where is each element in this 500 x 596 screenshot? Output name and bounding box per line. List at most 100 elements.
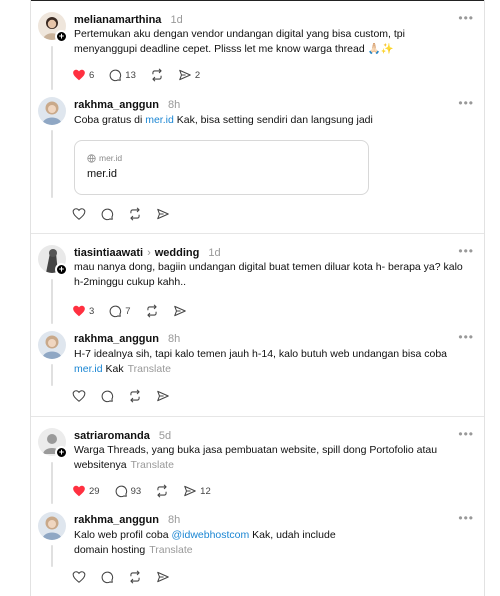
repost-icon (157, 484, 167, 498)
username[interactable]: tiasintiaawati (74, 247, 143, 259)
reply-header: rakhma_anggun 8h ••• (74, 96, 474, 112)
share-button[interactable] (173, 304, 187, 318)
share-button[interactable] (156, 207, 170, 221)
more-icon[interactable]: ••• (458, 244, 474, 258)
heart-icon (72, 390, 86, 402)
action-bar: 29 93 12 (72, 482, 225, 500)
repost-button[interactable] (145, 304, 159, 318)
post-header: satriaromanda 5d ••• (74, 427, 474, 443)
repost-button[interactable] (128, 570, 142, 584)
thread-divider (31, 416, 484, 417)
comment-icon (109, 305, 122, 318)
reply-button[interactable] (100, 389, 114, 403)
like-count: 3 (89, 305, 95, 317)
follow-plus-icon[interactable]: + (55, 263, 68, 276)
reply-count: 93 (130, 485, 142, 497)
comment-icon (101, 390, 114, 403)
avatar[interactable] (38, 331, 66, 359)
timestamp: 8h (168, 333, 181, 345)
timestamp: 1d (170, 14, 183, 26)
card-domain: mer.id (87, 153, 122, 163)
comment-icon (101, 571, 114, 584)
like-count: 6 (89, 69, 95, 81)
username[interactable]: rakhma_anggun (74, 514, 159, 526)
timestamp: 1d (208, 247, 221, 259)
reply-count: 7 (125, 305, 131, 317)
top-border (31, 0, 484, 1)
reply-text: H-7 idealnya sih, tapi kalo temen jauh h… (74, 347, 470, 377)
share-count: 12 (200, 485, 211, 497)
reply-header: rakhma_anggun 8h ••• (74, 330, 474, 346)
share-button[interactable] (156, 570, 170, 584)
username[interactable]: rakhma_anggun (74, 99, 159, 111)
more-icon[interactable]: ••• (458, 96, 474, 110)
avatar[interactable] (38, 512, 66, 540)
like-button[interactable]: 6 (72, 68, 94, 82)
more-icon[interactable]: ••• (458, 11, 474, 25)
translate-link[interactable]: Translate (149, 544, 192, 556)
like-button[interactable]: 3 (72, 304, 94, 318)
globe-icon (87, 153, 96, 163)
username[interactable]: satriaromanda (74, 430, 150, 442)
like-button[interactable] (72, 570, 86, 584)
text-part: Kak (102, 363, 124, 375)
username[interactable]: rakhma_anggun (74, 333, 159, 345)
share-button[interactable]: 12 (183, 484, 211, 498)
repost-button[interactable] (128, 207, 142, 221)
reply-text: Coba gratus di mer.id Kak, bisa setting … (74, 113, 470, 128)
timestamp: 5d (158, 430, 172, 442)
share-button[interactable] (156, 389, 170, 403)
link[interactable]: mer.id (145, 114, 174, 126)
like-count: 29 (89, 485, 100, 497)
post-text: mau nanya dong, bagiin undangan digital … (74, 261, 463, 288)
link[interactable]: @idwebhostcom (171, 529, 249, 541)
timestamp: 8h (168, 99, 181, 111)
avatar[interactable] (38, 97, 66, 125)
share-button[interactable]: 2 (178, 68, 200, 82)
follow-plus-icon[interactable]: + (55, 30, 68, 43)
repost-icon (130, 570, 140, 584)
reply-button[interactable]: 13 (108, 68, 136, 82)
heart-icon (72, 571, 86, 583)
text-part: Coba gratus di (74, 114, 146, 126)
more-icon[interactable]: ••• (458, 427, 474, 441)
like-button[interactable]: 29 (72, 484, 100, 498)
repost-icon (146, 304, 157, 318)
thread-line (51, 130, 53, 198)
more-icon[interactable]: ••• (458, 511, 474, 525)
reply-button[interactable]: 7 (108, 304, 131, 318)
like-button[interactable] (72, 389, 86, 403)
like-button[interactable] (72, 207, 86, 221)
heart-icon (73, 485, 85, 497)
topic-tag[interactable]: wedding (155, 247, 200, 259)
translate-link[interactable]: Translate (131, 459, 174, 471)
reply-text: Kalo web profil coba @idwebhostcom Kak, … (74, 528, 354, 558)
text-part: Kak, bisa setting sendiri dan langsung j… (173, 114, 373, 126)
post-header: tiasintiaawati › wedding 1d ••• (74, 244, 474, 260)
more-icon[interactable]: ••• (458, 330, 474, 344)
follow-plus-icon[interactable]: + (55, 446, 68, 459)
action-bar (72, 387, 184, 405)
reply-button[interactable] (100, 207, 114, 221)
card-title: mer.id (87, 168, 117, 180)
reply-button[interactable]: 93 (114, 484, 142, 498)
share-icon (173, 305, 186, 317)
link-preview-card[interactable]: mer.id mer.id (74, 140, 369, 195)
text-part: Warga Threads, yang buka jasa pembuatan … (74, 444, 438, 471)
repost-button[interactable] (155, 484, 169, 498)
repost-button[interactable] (150, 68, 164, 82)
username[interactable]: melianamarthina (74, 14, 161, 26)
thread-line (51, 364, 53, 386)
card-domain-text: mer.id (99, 153, 123, 163)
translate-link[interactable]: Translate (128, 363, 171, 375)
post-header: melianamarthina 1d ••• (74, 11, 474, 27)
share-icon (184, 485, 196, 497)
repost-button[interactable] (128, 389, 142, 403)
share-icon (157, 571, 169, 583)
repost-icon (130, 207, 140, 221)
repost-icon (130, 389, 140, 403)
share-icon (157, 390, 169, 402)
action-bar (72, 568, 184, 586)
reply-button[interactable] (100, 570, 114, 584)
link[interactable]: mer.id (74, 363, 103, 375)
